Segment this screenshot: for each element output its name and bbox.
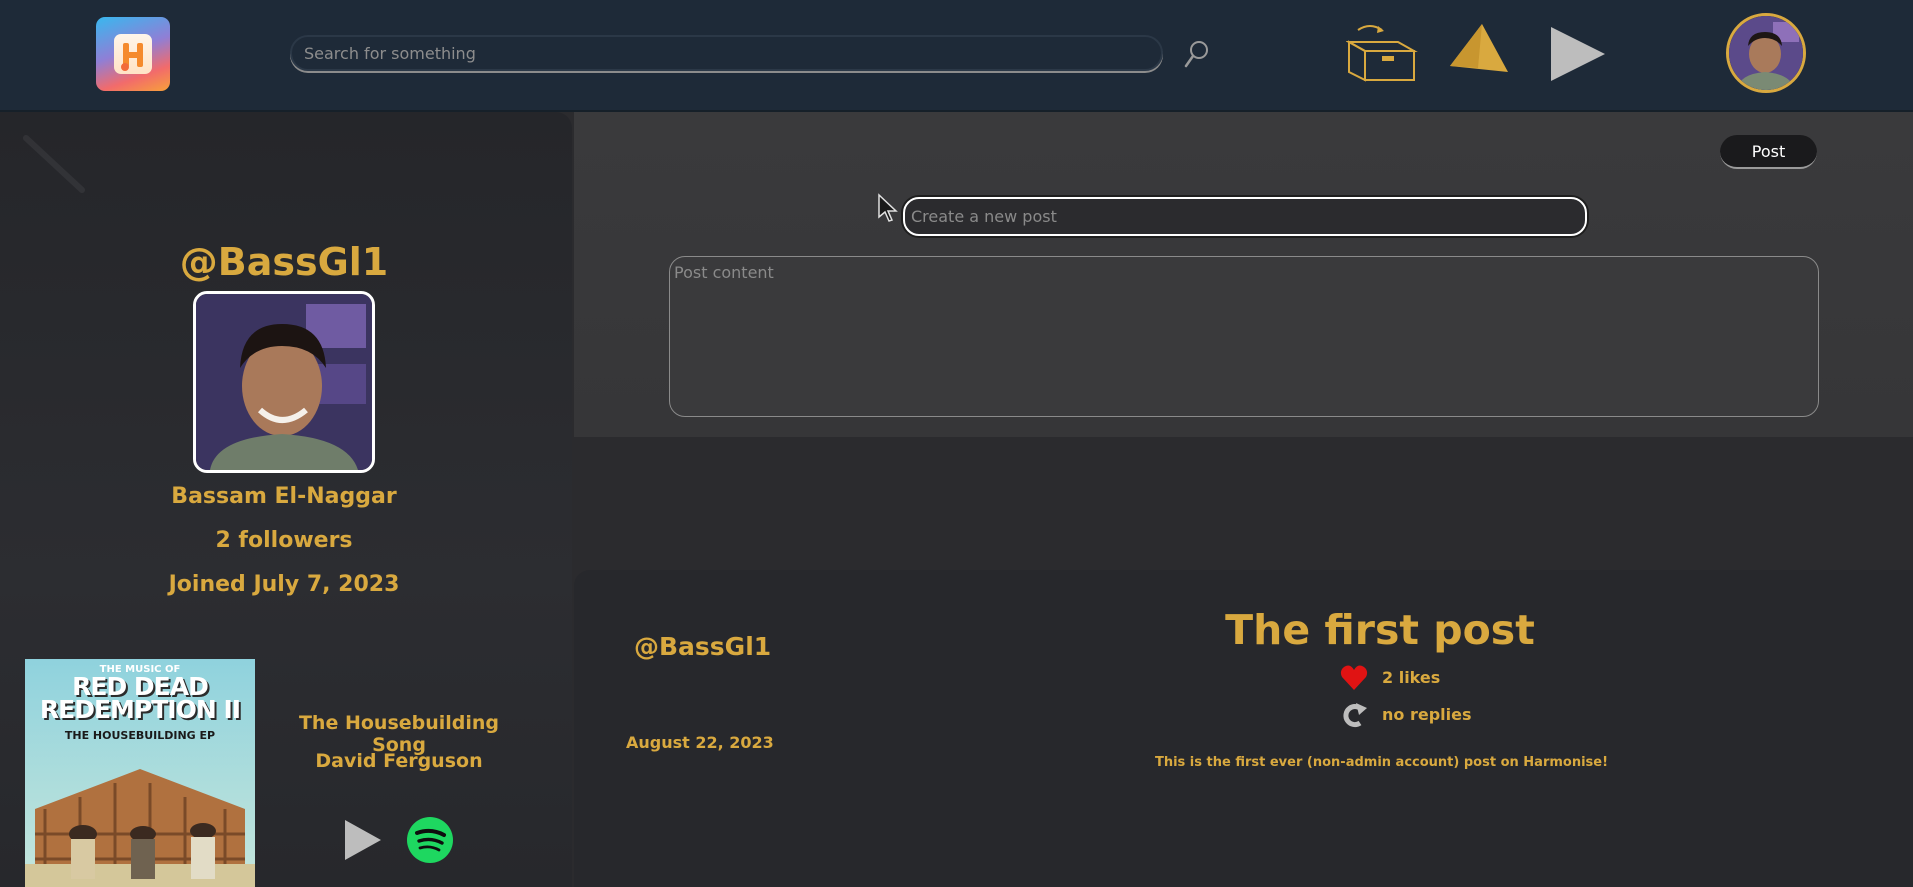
album-title: RED DEAD REDEMPTION II [39, 672, 241, 724]
post-button[interactable]: Post [1720, 135, 1817, 169]
replies-count: no replies [1382, 705, 1472, 724]
post-title[interactable]: The first post [1180, 606, 1580, 654]
post-author[interactable]: @BassGl1 [634, 632, 771, 661]
profile-name: Bassam El-Naggar [171, 484, 397, 509]
user-avatar[interactable] [1726, 13, 1806, 93]
heart-icon[interactable] [1340, 664, 1368, 691]
play-icon[interactable] [1549, 25, 1607, 83]
search-icon[interactable] [1183, 38, 1213, 72]
post-body: This is the first ever (non-admin accoun… [1154, 755, 1609, 770]
reply-icon[interactable] [1340, 701, 1368, 729]
profile-followers[interactable]: 2 followers [0, 528, 568, 553]
profile-photo [193, 291, 375, 473]
paper-plane-icon[interactable] [1448, 24, 1510, 74]
top-navigation-bar [0, 0, 1913, 112]
post-content-input[interactable] [669, 256, 1819, 417]
post-title-input[interactable] [903, 197, 1587, 236]
mouse-cursor-icon [877, 193, 899, 225]
logo-glyph [114, 34, 152, 74]
open-box-icon[interactable] [1345, 22, 1418, 84]
post-date: August 22, 2023 [626, 733, 774, 752]
album-art: THE MUSIC OF RED DEAD REDEMPTION II THE … [25, 659, 255, 887]
likes-count: 2 likes [1382, 668, 1441, 687]
profile-username: @BassGl1 [179, 240, 389, 284]
song-play-icon[interactable] [343, 818, 383, 862]
song-artist: David Ferguson [315, 750, 483, 772]
album-ep-name: THE HOUSEBUILDING EP [64, 729, 216, 742]
harmonise-logo[interactable] [96, 17, 170, 91]
search-input[interactable] [290, 35, 1163, 71]
profile-joined-date: Joined July 7, 2023 [168, 572, 400, 597]
pin-icon [20, 130, 90, 200]
spotify-icon[interactable] [407, 817, 453, 863]
